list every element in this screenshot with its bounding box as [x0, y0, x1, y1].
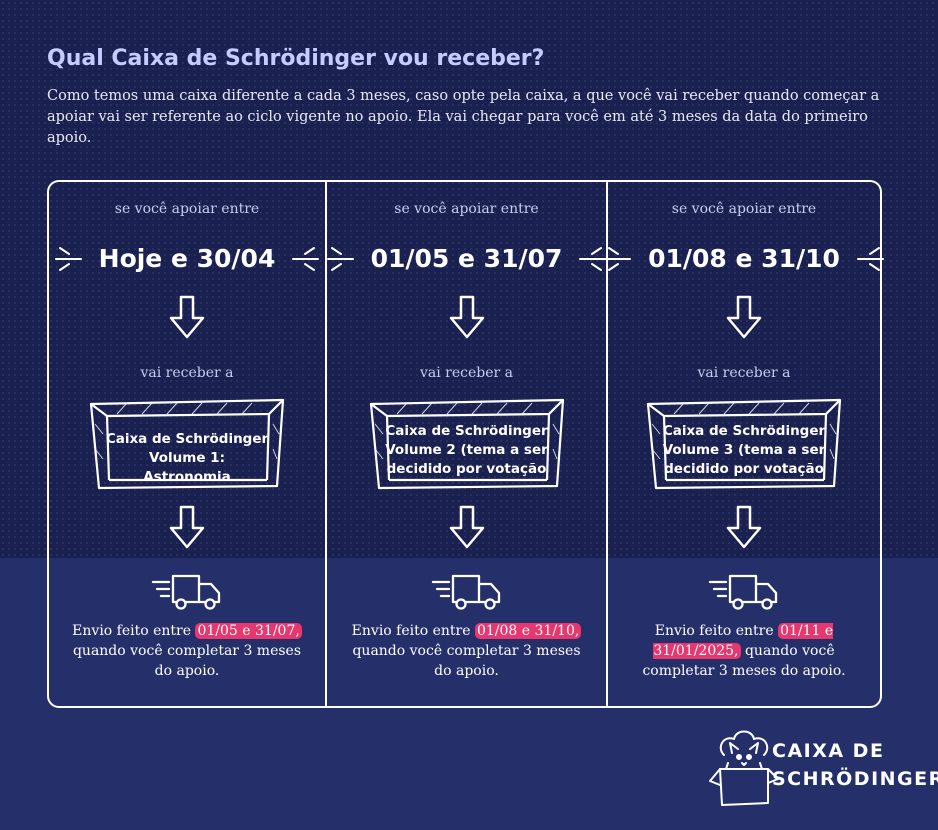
box-name: Caixa de Schrödinger Volume 2 (tema a se… [385, 422, 549, 479]
shipping-text: Envio feito entre [351, 623, 475, 639]
box-name: Caixa de Schrödinger Volume 3 (tema a se… [662, 422, 826, 479]
arrow-down-icon [726, 295, 762, 339]
box-name-line: Volume 3 (tema a ser [662, 442, 826, 458]
period-range-text: Hoje e 30/04 [98, 243, 276, 273]
arrow-down-icon [169, 295, 205, 339]
shipping-info: Envio feito entre 01/08 e 31/10, quando … [349, 621, 585, 681]
logo-text-line2: SCHRÖDINGER [772, 768, 938, 790]
shipping-text: Envio feito entre [72, 623, 196, 639]
shipping-dates-highlight: 01/08 e 31/10, [474, 623, 582, 639]
arrow-down-icon [449, 295, 484, 339]
box-name-line: Caixa de Schrödinger [385, 423, 548, 439]
page-title: Qual Caixa de Schrödinger vou receber? [47, 46, 545, 71]
arrow-down-icon [726, 505, 762, 549]
arrow-down-icon [169, 505, 205, 549]
sparkle-right-icon [579, 247, 607, 271]
period-range: 01/05 e 31/07 [326, 230, 607, 286]
intro-text: Como temos uma caixa diferente a cada 3 … [47, 88, 880, 146]
sparkle-left-icon [54, 247, 82, 271]
receive-label: vai receber a [697, 365, 791, 381]
period-range: Hoje e 30/04 [49, 230, 325, 286]
box-name-line: Caixa de Schrödinger [662, 423, 826, 439]
delivery-truck-icon [708, 574, 778, 610]
sparkle-right-icon [292, 247, 320, 271]
box-name-line: Volume 1: Astronomia [143, 450, 231, 485]
receive-label: vai receber a [419, 365, 514, 381]
box-name-line: decidido por votação [386, 461, 547, 477]
shipping-info: Envio feito entre 01/05 e 31/07, quando … [69, 621, 305, 681]
support-period-label: se você apoiar entre [671, 201, 817, 217]
shipping-dates-highlight: 01/05 e 31/07, [195, 623, 302, 639]
support-period-label: se você apoiar entre [394, 201, 539, 217]
box-name-line: Caixa de Schrödinger [105, 431, 269, 447]
period-range-text: 01/08 e 31/10 [648, 243, 840, 273]
shipping-text: quando você completar 3 meses do apoio. [352, 643, 581, 679]
support-period-label: se você apoiar entre [114, 201, 260, 217]
period-range-text: 01/05 e 31/07 [370, 243, 563, 273]
box-name-line: Volume 2 (tema a ser [385, 442, 548, 458]
shipping-info: Envio feito entre 01/11 e 31/01/2025, qu… [626, 621, 862, 681]
sparkle-right-icon [856, 247, 884, 271]
delivery-truck-icon [431, 574, 500, 610]
timeline-column-1: se você apoiar entre Hoje e 30/04 vai re… [49, 182, 325, 706]
box-name-line: decidido por votação [664, 461, 824, 477]
sparkle-left-icon [326, 247, 354, 271]
delivery-truck-icon [151, 574, 221, 610]
shipping-text: Envio feito entre [654, 623, 779, 639]
receive-label: vai receber a [140, 365, 234, 381]
logo-text-line1: CAIXA DE [772, 740, 885, 762]
timeline-column-3: se você apoiar entre 01/08 e 31/10 vai r… [604, 182, 884, 706]
timeline-column-2: se você apoiar entre 01/05 e 31/07 vai r… [326, 182, 607, 706]
arrow-down-icon [449, 505, 484, 549]
sparkle-left-icon [604, 247, 632, 271]
box-name: Caixa de Schrödinger Volume 1: Astronomi… [105, 430, 269, 487]
period-range: 01/08 e 31/10 [604, 230, 884, 286]
shipping-text: quando você completar 3 meses do apoio. [72, 643, 302, 679]
